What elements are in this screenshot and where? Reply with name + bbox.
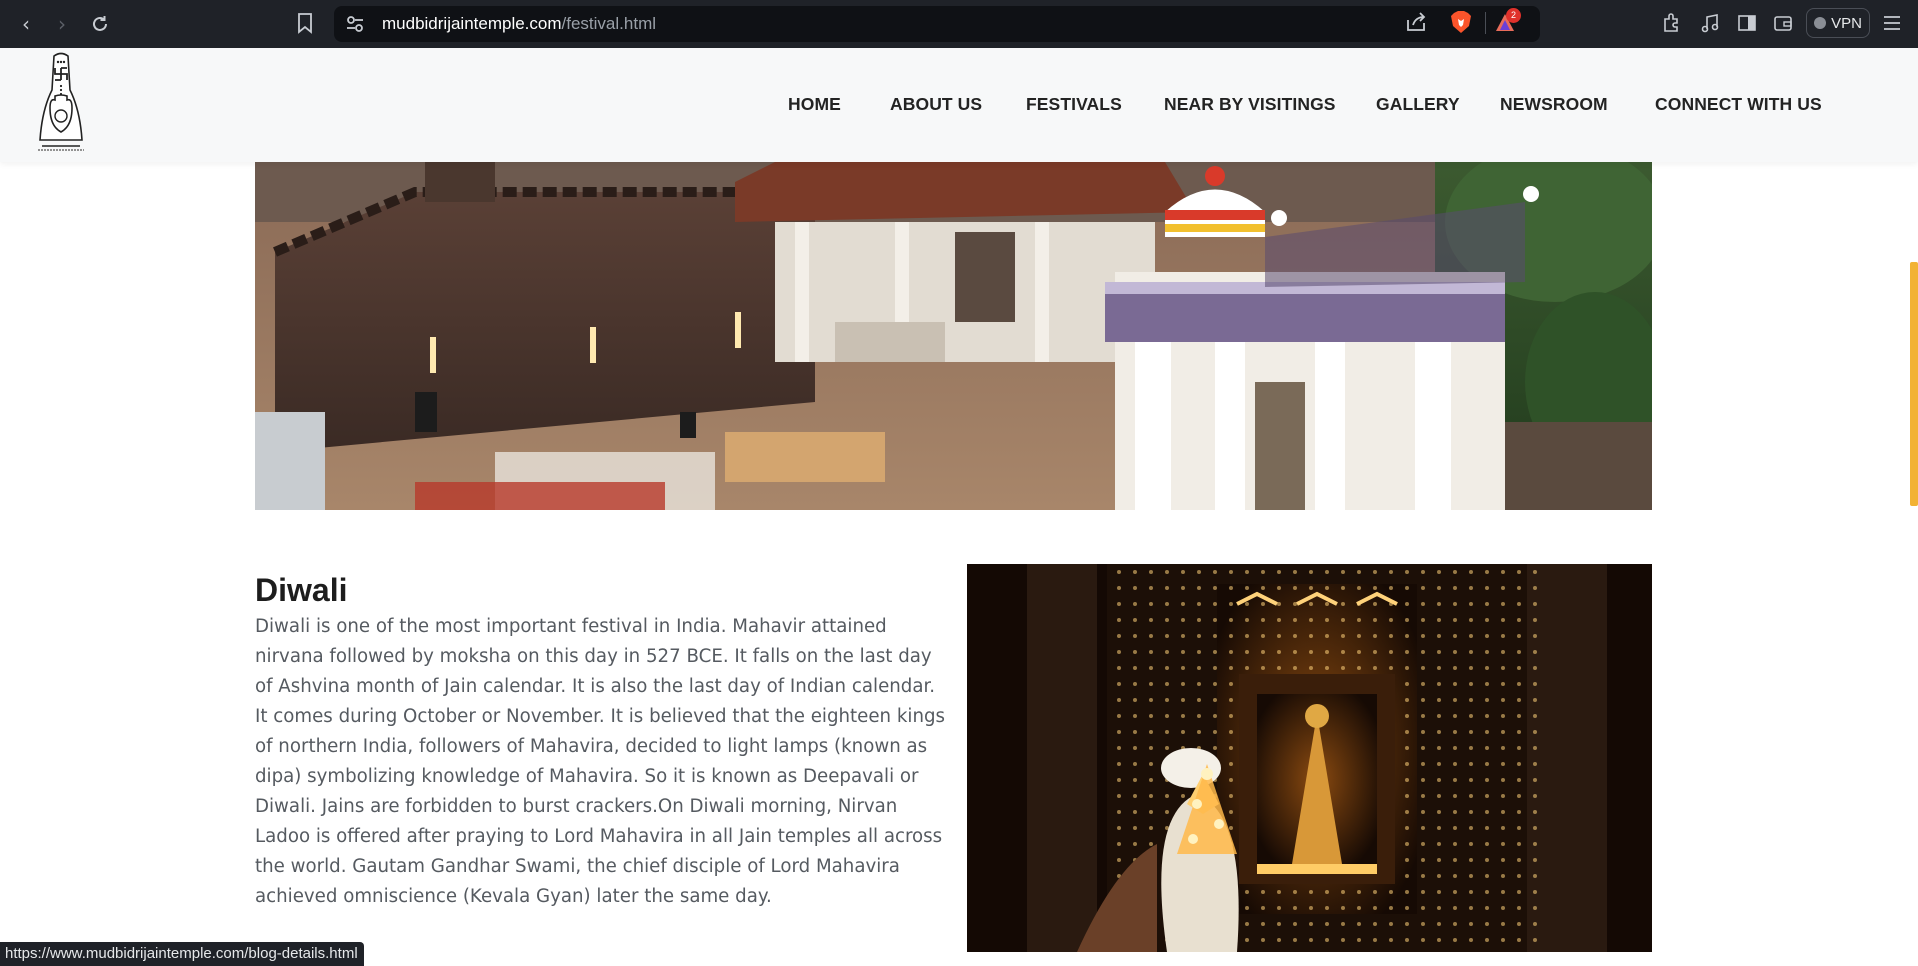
nav-newsroom[interactable]: NEWSROOM [1500,94,1608,115]
brave-shields-icon[interactable] [1450,10,1472,34]
vpn-label: VPN [1831,14,1862,32]
bookmark-icon[interactable] [297,12,313,34]
url-domain: mudbidrijaintemple.com [382,14,562,33]
address-bar[interactable]: mudbidrijaintemple.com/festival.html [334,6,1540,42]
media-icon[interactable] [1699,12,1721,34]
festival-title: Diwali [255,572,348,608]
browser-toolbar: ‹ › mudbidrijaintemple.com/festival.html… [0,0,1918,48]
url-text: mudbidrijaintemple.com/festival.html [382,14,656,34]
nav-near-by-visitings[interactable]: NEAR BY VISITINGS [1164,94,1336,115]
share-icon[interactable] [1405,11,1427,33]
nav-home[interactable]: HOME [788,94,841,115]
scrollbar-thumb[interactable] [1910,262,1918,506]
nav-connect-with-us[interactable]: CONNECT WITH US [1655,94,1822,115]
sidebar-icon[interactable] [1736,12,1758,34]
toolbar-separator [1485,12,1486,34]
extensions-icon[interactable] [1661,12,1683,34]
temple-banner-image [255,162,1652,510]
vpn-status-icon [1814,17,1827,29]
vpn-button[interactable]: VPN [1806,8,1870,38]
url-path: /festival.html [561,14,657,33]
wallet-icon[interactable] [1772,12,1794,34]
reload-icon[interactable] [88,12,112,36]
nav-about-us[interactable]: ABOUT US [890,94,982,115]
jain-emblem-logo[interactable] [32,50,90,156]
site-settings-icon[interactable] [346,15,364,33]
nav-gallery[interactable]: GALLERY [1376,94,1460,115]
site-header: HOME ABOUT US FESTIVALS NEAR BY VISITING… [0,48,1918,162]
rewards-count-badge: 2 [1506,8,1521,23]
nav-festivals[interactable]: FESTIVALS [1026,94,1122,115]
forward-icon[interactable]: › [50,12,74,36]
diwali-lamps-image [967,564,1652,952]
festival-description: Diwali is one of the most important fest… [255,616,945,907]
web-page: HOME ABOUT US FESTIVALS NEAR BY VISITING… [0,48,1918,966]
back-icon[interactable]: ‹ [14,12,38,36]
menu-icon[interactable] [1881,12,1903,34]
link-status-tooltip: https://www.mudbidrijaintemple.com/blog-… [0,942,364,966]
